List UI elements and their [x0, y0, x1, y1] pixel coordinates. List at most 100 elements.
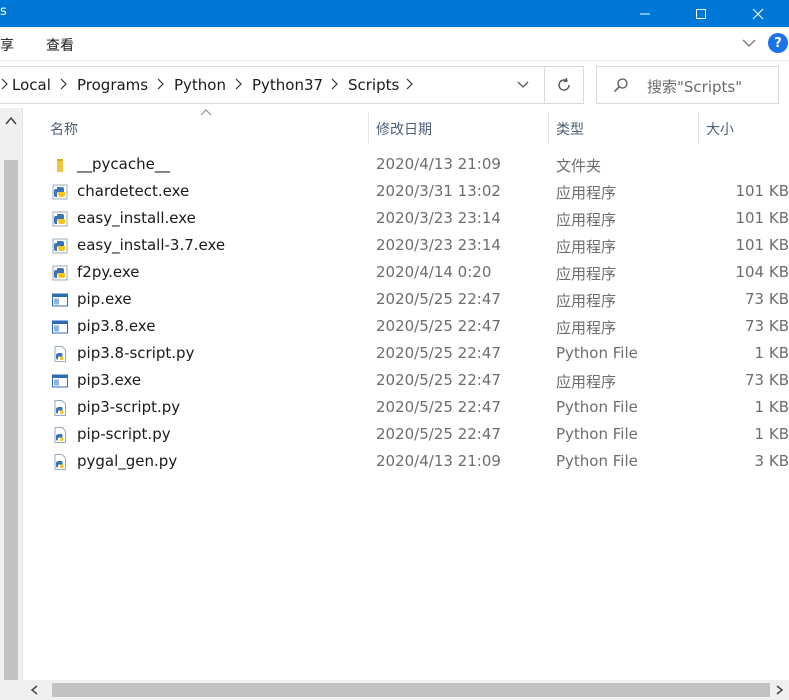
file-size: 1 KB	[754, 425, 789, 443]
file-name: chardetect.exe	[77, 182, 190, 200]
file-date: 2020/5/25 22:47	[376, 317, 501, 335]
file-date: 2020/5/25 22:47	[376, 290, 501, 308]
list-item[interactable]: pip3.8-script.py 2020/5/25 22:47 Python …	[47, 340, 789, 367]
file-type: Python File	[556, 452, 638, 470]
python-exe-icon	[52, 238, 68, 254]
column-divider[interactable]	[698, 112, 699, 144]
chevron-right-icon[interactable]	[60, 77, 68, 91]
file-date: 2020/3/23 23:14	[376, 209, 501, 227]
breadcrumb-local[interactable]: Local	[12, 76, 51, 94]
title-bar: s	[0, 0, 789, 27]
file-size: 73 KB	[745, 290, 789, 308]
file-type: Python File	[556, 425, 638, 443]
tab-share[interactable]: 享	[0, 35, 14, 55]
file-date: 2020/4/13 21:09	[376, 155, 501, 173]
close-icon	[752, 8, 764, 19]
python-file-icon	[54, 400, 66, 416]
file-date: 2020/5/25 22:47	[376, 398, 501, 416]
list-item[interactable]: chardetect.exe 2020/3/31 13:02 应用程序 101 …	[47, 178, 789, 205]
file-name: pip3.8-script.py	[77, 344, 195, 362]
breadcrumb-programs[interactable]: Programs	[77, 76, 148, 94]
file-name: pip3.exe	[77, 371, 142, 389]
column-divider[interactable]	[548, 112, 549, 144]
python-file-icon	[54, 454, 66, 470]
chevron-right-icon[interactable]	[406, 77, 414, 91]
file-name: pip-script.py	[77, 425, 171, 443]
maximize-button[interactable]	[678, 0, 724, 27]
scrollbar-thumb[interactable]	[4, 160, 18, 680]
ribbon-collapse-button[interactable]	[741, 35, 757, 54]
file-type: 应用程序	[556, 373, 617, 391]
column-header-type[interactable]: 类型	[556, 119, 584, 139]
file-type: 应用程序	[556, 238, 617, 256]
window-title: s	[0, 4, 7, 19]
file-type: Python File	[556, 344, 638, 362]
list-item[interactable]: __pycache__ 2020/4/13 21:09 文件夹	[47, 151, 789, 178]
file-name: pip.exe	[77, 290, 132, 308]
search-icon	[614, 78, 628, 92]
file-type: 应用程序	[556, 184, 617, 202]
chevron-right-icon[interactable]	[235, 77, 243, 91]
file-type: 应用程序	[556, 292, 617, 310]
column-divider[interactable]	[368, 112, 369, 144]
column-header-size[interactable]: 大小	[706, 119, 734, 139]
search-placeholder: 搜索"Scripts"	[647, 78, 743, 96]
search-input[interactable]: 搜索"Scripts"	[596, 66, 779, 104]
list-item[interactable]: easy_install-3.7.exe 2020/3/23 23:14 应用程…	[47, 232, 789, 259]
refresh-button[interactable]	[545, 66, 584, 104]
exe-window-icon	[52, 320, 68, 334]
list-item[interactable]: pip.exe 2020/5/25 22:47 应用程序 73 KB	[47, 286, 789, 313]
python-file-icon	[54, 346, 66, 362]
sort-ascending-icon	[200, 109, 212, 116]
column-header-name[interactable]: 名称	[50, 119, 78, 139]
file-size: 73 KB	[745, 371, 789, 389]
file-size: 73 KB	[745, 317, 789, 335]
maximize-icon	[696, 8, 706, 19]
file-type: Python File	[556, 398, 638, 416]
list-item[interactable]: pip3.exe 2020/5/25 22:47 应用程序 73 KB	[47, 367, 789, 394]
file-name: __pycache__	[77, 155, 170, 173]
exe-window-icon	[52, 293, 68, 307]
horizontal-scrollbar[interactable]	[22, 680, 789, 700]
list-item[interactable]: pip3.8.exe 2020/5/25 22:47 应用程序 73 KB	[47, 313, 789, 340]
chevron-right-icon[interactable]	[331, 77, 339, 91]
python-exe-icon	[52, 211, 68, 227]
list-item[interactable]: easy_install.exe 2020/3/23 23:14 应用程序 10…	[47, 205, 789, 232]
list-item[interactable]: pip3-script.py 2020/5/25 22:47 Python Fi…	[47, 394, 789, 421]
scroll-left-icon[interactable]	[30, 685, 38, 695]
file-size: 104 KB	[735, 263, 789, 281]
help-button[interactable]: ?	[768, 33, 788, 53]
file-date: 2020/4/14 0:20	[376, 263, 492, 281]
address-bar[interactable]: Local Programs Python Python37 Scripts	[0, 66, 545, 104]
list-item[interactable]: f2py.exe 2020/4/14 0:20 应用程序 104 KB	[47, 259, 789, 286]
scrollbar-thumb[interactable]	[52, 683, 770, 697]
chevron-right-icon	[1, 78, 8, 90]
breadcrumb-python[interactable]: Python	[174, 76, 226, 94]
chevron-right-icon[interactable]	[157, 77, 165, 91]
scroll-up-icon[interactable]	[5, 116, 17, 126]
address-history-dropdown-icon[interactable]	[516, 77, 530, 91]
file-size: 101 KB	[735, 182, 789, 200]
list-item[interactable]: pygal_gen.py 2020/4/13 21:09 Python File…	[47, 448, 789, 475]
python-file-icon	[54, 427, 66, 443]
minimize-button[interactable]	[622, 0, 668, 27]
tab-view[interactable]: 查看	[46, 35, 74, 55]
column-header-date[interactable]: 修改日期	[376, 119, 432, 139]
file-type: 应用程序	[556, 265, 617, 283]
file-size: 1 KB	[754, 344, 789, 362]
scroll-right-icon[interactable]	[776, 685, 784, 695]
list-item[interactable]: pip-script.py 2020/5/25 22:47 Python Fil…	[47, 421, 789, 448]
breadcrumb-scripts[interactable]: Scripts	[348, 76, 399, 94]
file-name: easy_install.exe	[77, 209, 196, 227]
file-name: pip3-script.py	[77, 398, 181, 416]
breadcrumb-python37[interactable]: Python37	[252, 76, 323, 94]
file-size: 1 KB	[754, 398, 789, 416]
ribbon-tabs: 享 查看 ?	[0, 27, 789, 61]
file-date: 2020/3/23 23:14	[376, 236, 501, 254]
minimize-icon	[640, 13, 650, 14]
python-exe-icon	[52, 265, 68, 281]
close-button[interactable]	[735, 0, 781, 27]
file-name: pygal_gen.py	[77, 452, 178, 470]
nav-pane-scrollbar[interactable]	[0, 108, 23, 700]
file-name: f2py.exe	[77, 263, 140, 281]
